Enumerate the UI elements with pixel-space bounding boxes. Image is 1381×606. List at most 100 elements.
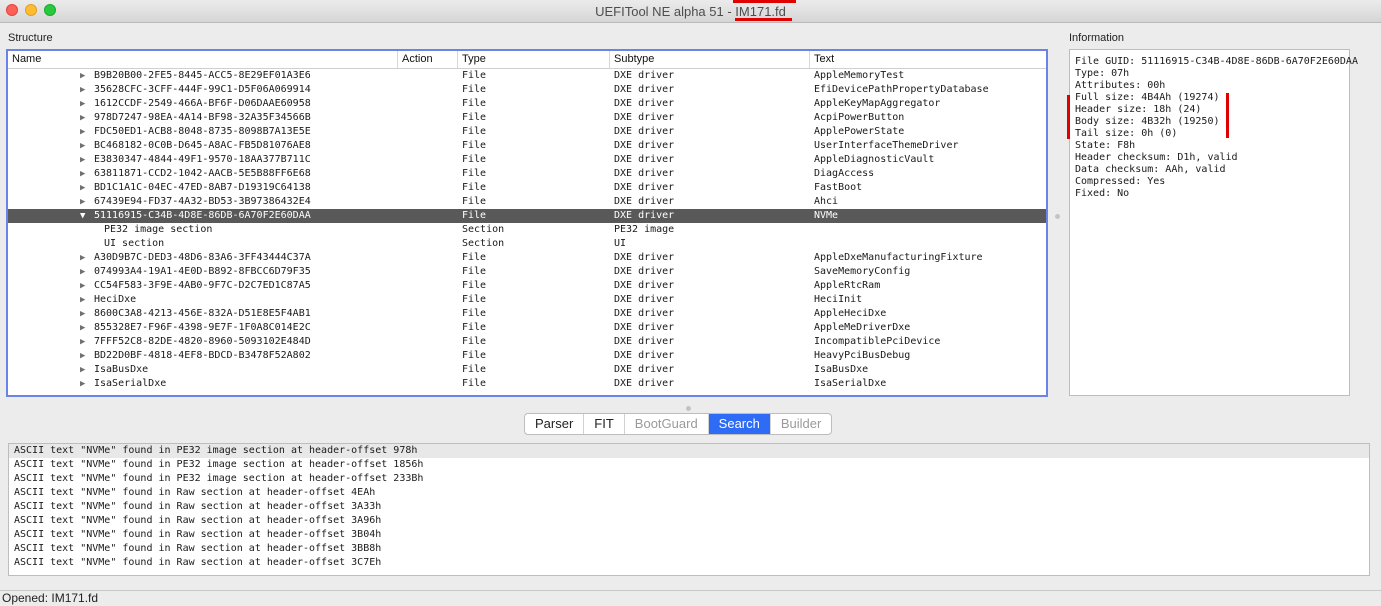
tree-row[interactable]: ▼ 51116915-C34B-4D8E-86DB-6A70F2E60DAA Fil… [8,209,1046,223]
column-header-text[interactable]: Text [810,51,1046,68]
disclosure-collapsed-icon[interactable]: ▶ [80,167,85,181]
tree-row[interactable]: ▶ BD1C1A1C-04EC-47ED-8AB7-D19319C64138 Fil… [8,181,1046,195]
tree-row[interactable]: ▶ B9B20B00-2FE5-8445-ACC5-8E29EF01A3E6 Fil… [8,69,1046,83]
tree-cell-type: File [462,364,487,375]
tree-cell-subtype: DXE driver [614,84,675,95]
search-result-item[interactable]: ASCII text "NVMe" found in Raw section a… [9,542,1369,556]
tree-row[interactable]: ▶ A30D9B7C-DED3-48D6-83A6-3FF43444C37A Fil… [8,251,1046,265]
search-result-item[interactable]: ASCII text "NVMe" found in Raw section a… [9,528,1369,542]
disclosure-collapsed-icon[interactable]: ▶ [80,181,85,195]
disclosure-collapsed-icon[interactable]: ▶ [80,377,85,391]
tree-cell-action [398,321,458,335]
tree-row[interactable]: ▶ IsaBusDxe File DXE driver IsaBusDxe [8,363,1046,377]
tree-cell-name: ▶ A30D9B7C-DED3-48D6-83A6-3FF43444C37A [8,251,398,265]
tree-cell-action [398,307,458,321]
tree-row[interactable]: ▶ IsaSerialDxe File DXE driver IsaSerialDxe [8,377,1046,391]
tree-cell-subtype: DXE driver [614,140,675,151]
tree-row[interactable]: ▶ CC54F583-3F9E-4AB0-9F7C-D2C7ED1C87A5 Fil… [8,279,1046,293]
search-result-item[interactable]: ASCII text "NVMe" found in Raw section a… [9,500,1369,514]
tree-row[interactable]: ▶ 1612CCDF-2549-466A-BF6F-D06DAAE60958 Fil… [8,97,1046,111]
tree-cell-text: HeavyPciBusDebug [814,350,911,361]
disclosure-collapsed-icon[interactable]: ▶ [80,83,85,97]
tree-cell-name: ▶ E3830347-4844-49F1-9570-18AA377B711C [8,153,398,167]
disclosure-collapsed-icon[interactable]: ▶ [80,363,85,377]
disclosure-collapsed-icon[interactable]: ▶ [80,153,85,167]
info-line: Type: 07h [1075,68,1130,79]
structure-label: Structure [8,32,53,44]
tree-row[interactable]: ▶ 978D7247-98EA-4A14-BF98-32A35F34566B Fil… [8,111,1046,125]
column-header-type[interactable]: Type [458,51,610,68]
tree-row[interactable]: ▶ 855328E7-F96F-4398-9E7F-1F0A8C014E2C Fil… [8,321,1046,335]
search-result-item[interactable]: ASCII text "NVMe" found in PE32 image se… [9,472,1369,486]
disclosure-collapsed-icon[interactable]: ▶ [80,97,85,111]
disclosure-collapsed-icon[interactable]: ▶ [80,321,85,335]
tree-row[interactable]: ▶ HeciDxe File DXE driver HeciInit [8,293,1046,307]
disclosure-collapsed-icon[interactable]: ▶ [80,195,85,209]
disclosure-collapsed-icon[interactable]: ▶ [80,349,85,363]
search-result-item[interactable]: ASCII text "NVMe" found in Raw section a… [9,556,1369,570]
tree-row[interactable]: ▶ 35628CFC-3CFF-444F-99C1-D5F06A069914 Fil… [8,83,1046,97]
tree-cell-text: IncompatiblePciDevice [814,336,941,347]
tree-cell-action [398,69,458,83]
tree-row[interactable]: ▶ BD22D0BF-4818-4EF8-BDCD-B3478F52A802 Fil… [8,349,1046,363]
disclosure-collapsed-icon[interactable]: ▶ [80,335,85,349]
column-header-name[interactable]: Name [8,51,398,68]
tree-cell-name: ▶ B9B20B00-2FE5-8445-ACC5-8E29EF01A3E6 [8,69,398,83]
search-result-item[interactable]: ASCII text "NVMe" found in Raw section a… [9,514,1369,528]
tab-parser[interactable]: Parser [525,414,585,434]
tree-item-name: IsaBusDxe [94,364,149,375]
tree-cell-type: File [462,70,487,81]
status-bar: Opened: IM171.fd [0,590,1381,605]
tree-row[interactable]: ▶ 67439E94-FD37-4A32-BD53-3B97386432E4 Fil… [8,195,1046,209]
tree-cell-action [398,335,458,349]
disclosure-collapsed-icon[interactable]: ▶ [80,265,85,279]
information-label: Information [1069,32,1125,44]
tree-cell-text: SaveMemoryConfig [814,266,911,277]
tree-item-name: PE32 image section [104,224,213,235]
annotation-mark-info-left [1067,95,1070,139]
tree-row[interactable]: ▶ 63811871-CCD2-1042-AACB-5E5B88FF6E68 Fil… [8,167,1046,181]
search-result-item[interactable]: ASCII text "NVMe" found in PE32 image se… [9,444,1369,458]
tree-cell-type: File [462,266,487,277]
disclosure-collapsed-icon[interactable]: ▶ [80,279,85,293]
search-result-item[interactable]: ASCII text "NVMe" found in Raw section a… [9,486,1369,500]
column-header-action[interactable]: Action [398,51,458,68]
vertical-splitter-handle[interactable] [1055,214,1060,219]
horizontal-splitter-handle[interactable] [686,406,691,411]
tree-cell-type: File [462,196,487,207]
tree-cell-text: EfiDevicePathPropertyDatabase [814,84,989,95]
tree-row[interactable]: ▶ 7FFF52C8-82DE-4820-8960-5093102E484D Fil… [8,335,1046,349]
tab-fit[interactable]: FIT [584,414,625,434]
structure-tree[interactable]: Name Action Type Subtype Text ▶ B9B20B00-… [6,49,1048,397]
tree-row[interactable]: ▶ BC468182-0C0B-D645-A8AC-FB5D81076AE8 Fil… [8,139,1046,153]
column-header-subtype[interactable]: Subtype [610,51,810,68]
search-results-list[interactable]: ASCII text "NVMe" found in PE32 image se… [8,443,1370,576]
disclosure-collapsed-icon[interactable]: ▶ [80,139,85,153]
tree-row[interactable]: UI section Section UI [8,237,1046,251]
tree-cell-text: HeciInit [814,294,863,305]
tree-cell-text: AppleMemoryTest [814,70,905,81]
tree-cell-type: File [462,308,487,319]
tree-row[interactable]: ▶ FDC50ED1-ACB8-8048-8735-8098B7A13E5E Fil… [8,125,1046,139]
info-line: Fixed: No [1075,188,1130,199]
tree-cell-name: ▼ 51116915-C34B-4D8E-86DB-6A70F2E60DAA [8,209,398,223]
disclosure-collapsed-icon[interactable]: ▶ [80,293,85,307]
tree-item-name: BD22D0BF-4818-4EF8-BDCD-B3478F52A802 [94,350,311,361]
tab-search[interactable]: Search [708,414,771,434]
tree-row[interactable]: ▶ 8600C3A8-4213-456E-832A-D51E8E5F4AB1 Fil… [8,307,1046,321]
disclosure-collapsed-icon[interactable]: ▶ [80,111,85,125]
info-line: Compressed: Yes [1075,176,1166,187]
tree-row[interactable]: ▶ E3830347-4844-49F1-9570-18AA377B711C Fil… [8,153,1046,167]
search-result-item[interactable]: ASCII text "NVMe" found in PE32 image se… [9,458,1369,472]
tree-item-name: B9B20B00-2FE5-8445-ACC5-8E29EF01A3E6 [94,70,311,81]
disclosure-collapsed-icon[interactable]: ▶ [80,69,85,83]
tree-cell-action [398,195,458,209]
disclosure-expanded-icon[interactable]: ▼ [80,209,85,223]
tree-row[interactable]: PE32 image section Section PE32 image [8,223,1046,237]
tree-cell-text: ApplePowerState [814,126,905,137]
tree-cell-subtype: DXE driver [614,154,675,165]
tree-row[interactable]: ▶ 074993A4-19A1-4E0D-B892-8FBCC6D79F35 Fil… [8,265,1046,279]
disclosure-collapsed-icon[interactable]: ▶ [80,307,85,321]
disclosure-collapsed-icon[interactable]: ▶ [80,125,85,139]
disclosure-collapsed-icon[interactable]: ▶ [80,251,85,265]
